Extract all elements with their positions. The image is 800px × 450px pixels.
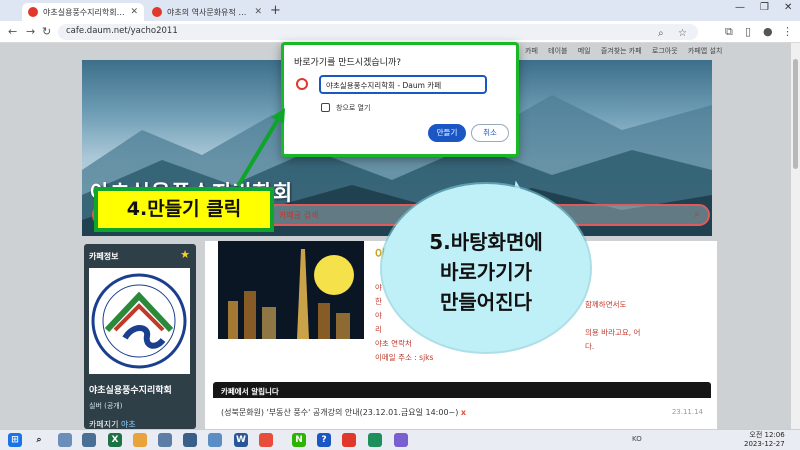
copilot-icon[interactable] <box>394 433 408 447</box>
app-icon[interactable] <box>183 433 197 447</box>
app-icon[interactable] <box>208 433 222 447</box>
clock-date: 2023-12-27 <box>744 440 785 448</box>
naver-icon[interactable]: N <box>292 433 306 447</box>
step5-line: 바로가기가 <box>440 260 532 284</box>
app-icon[interactable] <box>133 433 147 447</box>
windows-taskbar: ⊞ ⌕ X W N ? KO 오전 12:06 2023-12-27 <box>0 429 800 450</box>
app-icon[interactable] <box>259 433 273 447</box>
clock-time: 오전 12:06 <box>749 431 785 439</box>
step5-line: 만들어진다 <box>440 290 532 314</box>
step5-line: 5.바탕화면에 <box>429 230 543 254</box>
system-tray[interactable]: KO <box>632 435 642 443</box>
app-icon[interactable] <box>158 433 172 447</box>
help-icon[interactable]: ? <box>317 433 331 447</box>
start-icon[interactable]: ⊞ <box>8 433 22 447</box>
word-icon[interactable]: W <box>234 433 248 447</box>
app-icon[interactable] <box>82 433 96 447</box>
app-icon[interactable] <box>368 433 382 447</box>
step5-annotation: 5.바탕화면에 바로가기가 만들어진다 <box>382 227 590 317</box>
excel-icon[interactable]: X <box>108 433 122 447</box>
search-icon[interactable]: ⌕ <box>32 433 46 447</box>
step4-annotation: 4.만들기 클릭 <box>94 187 274 232</box>
clock[interactable]: 오전 12:06 2023-12-27 <box>744 431 785 449</box>
chrome-icon[interactable] <box>342 433 356 447</box>
file-explorer-icon[interactable] <box>58 433 72 447</box>
